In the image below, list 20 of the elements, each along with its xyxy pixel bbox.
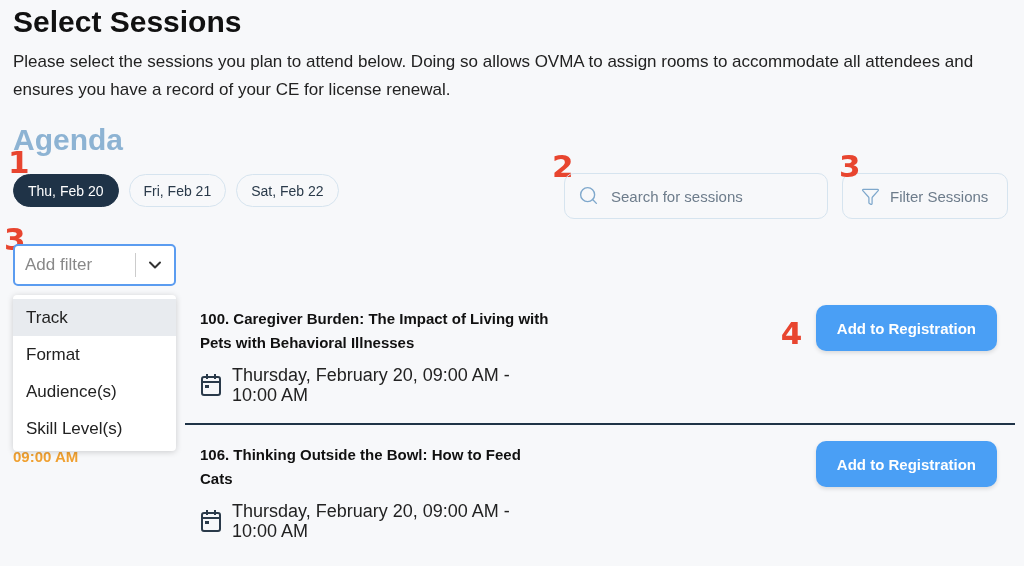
calendar-icon — [200, 509, 222, 533]
day-tab[interactable]: Sat, Feb 22 — [236, 174, 339, 207]
intro-text: Please select the sessions you plan to attend below. Doing so allows OVMA to assign rooms to accommodate all attendees and ensures you have a record of your CE for license renewal. — [13, 51, 975, 101]
filter-option[interactable]: Audience(s) — [13, 373, 176, 410]
calendar-icon — [200, 373, 222, 397]
session-date: Thursday, February 20, 09:00 AM - 10:00 AM — [232, 501, 511, 541]
session-time: 09:00 AM — [12, 447, 79, 467]
annotation-number: 4 — [780, 318, 803, 349]
filter-option[interactable]: Skill Level(s) — [13, 410, 176, 447]
filter-option[interactable]: Track — [13, 299, 176, 336]
search-icon — [578, 185, 599, 206]
day-tab[interactable]: Thu, Feb 20 — [13, 174, 119, 207]
session-date: Thursday, February 20, 09:00 AM - 10:00 AM — [232, 365, 511, 405]
page-title: Select Sessions — [13, 4, 243, 40]
filter-option[interactable]: Format — [13, 336, 176, 373]
add-filter-select[interactable]: Add filter — [13, 244, 176, 286]
session-title: 100. Caregiver Burden: The Impact of Living with Pets with Behavioral Illnesses — [200, 309, 550, 353]
filter-icon — [861, 186, 880, 206]
day-tab[interactable]: Fri, Feb 21 — [128, 174, 227, 207]
session-title: 106. Thinking Outside the Bowl: How to Feed Cats — [200, 445, 522, 489]
